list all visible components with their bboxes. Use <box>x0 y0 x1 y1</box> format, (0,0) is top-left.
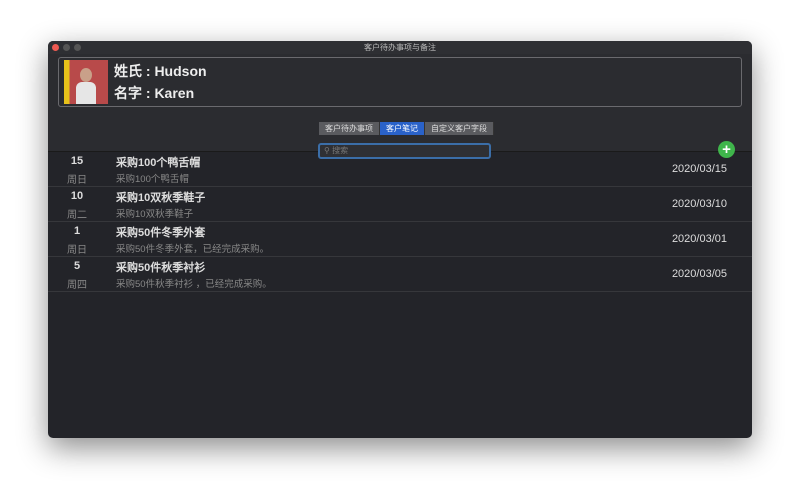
note-row[interactable]: 1 周日 采购50件冬季外套采购50件冬季外套，已经完成采购。 2020/03/01 <box>48 222 752 257</box>
notes-list: 15 周日 采购100个鸭舌帽 采购100个鸭舌帽 2020/03/15 10 周二 采购10… <box>48 152 752 292</box>
note-detail: 采购50件秋季衬衫 ，已经完成采购。 <box>116 279 272 290</box>
note-day: 1 <box>73 225 81 237</box>
note-date: 2020/03/05 <box>671 268 727 280</box>
note-day: 10 <box>70 190 84 202</box>
note-day: 5 <box>73 260 81 272</box>
note-row[interactable]: 15 周日 采购100个鸭舌帽 采购100个鸭舌帽 2020/03/15 <box>48 152 752 187</box>
note-row[interactable]: 10 周二 采购10双秋季鞋子 采购10双秋季鞋子 2020/03/10 <box>48 187 752 222</box>
note-detail: 采购100个鸭舌帽 <box>116 174 189 185</box>
note-row[interactable]: 5 周四 采购50件秋季衬衫采购50件秋季衬衫 ，已经完成采购。 2020/03/05 <box>48 257 752 292</box>
note-title: 采购100个鸭舌帽 <box>116 157 201 169</box>
note-title: 采购50件冬季外套 <box>116 227 206 239</box>
customer-card: 姓氏 : Hudson 名字 : Karen <box>58 57 742 107</box>
note-detail: 采购10双秋季鞋子 <box>116 209 194 220</box>
note-date: 2020/03/15 <box>671 163 727 175</box>
note-weekday: 周二 <box>67 210 87 221</box>
title-bar: 客户待办事项与备注 <box>48 41 752 54</box>
avatar <box>64 60 108 104</box>
note-detail: 采购50件冬季外套，已经完成采购。 <box>116 244 270 255</box>
tab-todos[interactable]: 客户待办事项 <box>319 122 380 135</box>
note-day: 15 <box>70 155 84 167</box>
header: 姓氏 : Hudson 名字 : Karen 客户待办事项 客户笔记 自定义客户… <box>48 54 752 159</box>
tab-control: 客户待办事项 客户笔记 自定义客户字段 <box>319 122 494 135</box>
tab-notes[interactable]: 客户笔记 <box>380 122 425 135</box>
note-title: 采购50件秋季衬衫 <box>116 262 206 274</box>
note-weekday: 周四 <box>67 280 87 291</box>
note-date: 2020/03/10 <box>671 198 727 210</box>
app-window: 客户待办事项与备注 姓氏 : Hudson 名字 : Karen 客户待办事项 … <box>48 41 752 438</box>
note-weekday: 周日 <box>67 245 87 256</box>
zoom-button[interactable] <box>74 44 81 51</box>
tab-custom-fields[interactable]: 自定义客户字段 <box>425 122 494 135</box>
note-weekday: 周日 <box>67 175 87 186</box>
last-name: 姓氏 : Hudson <box>114 63 207 79</box>
close-button[interactable] <box>52 44 59 51</box>
first-name: 名字 : Karen <box>114 85 195 101</box>
note-date: 2020/03/01 <box>671 233 727 245</box>
note-title: 采购10双秋季鞋子 <box>116 192 206 204</box>
minimize-button[interactable] <box>63 44 70 51</box>
window-title: 客户待办事项与备注 <box>364 43 436 52</box>
